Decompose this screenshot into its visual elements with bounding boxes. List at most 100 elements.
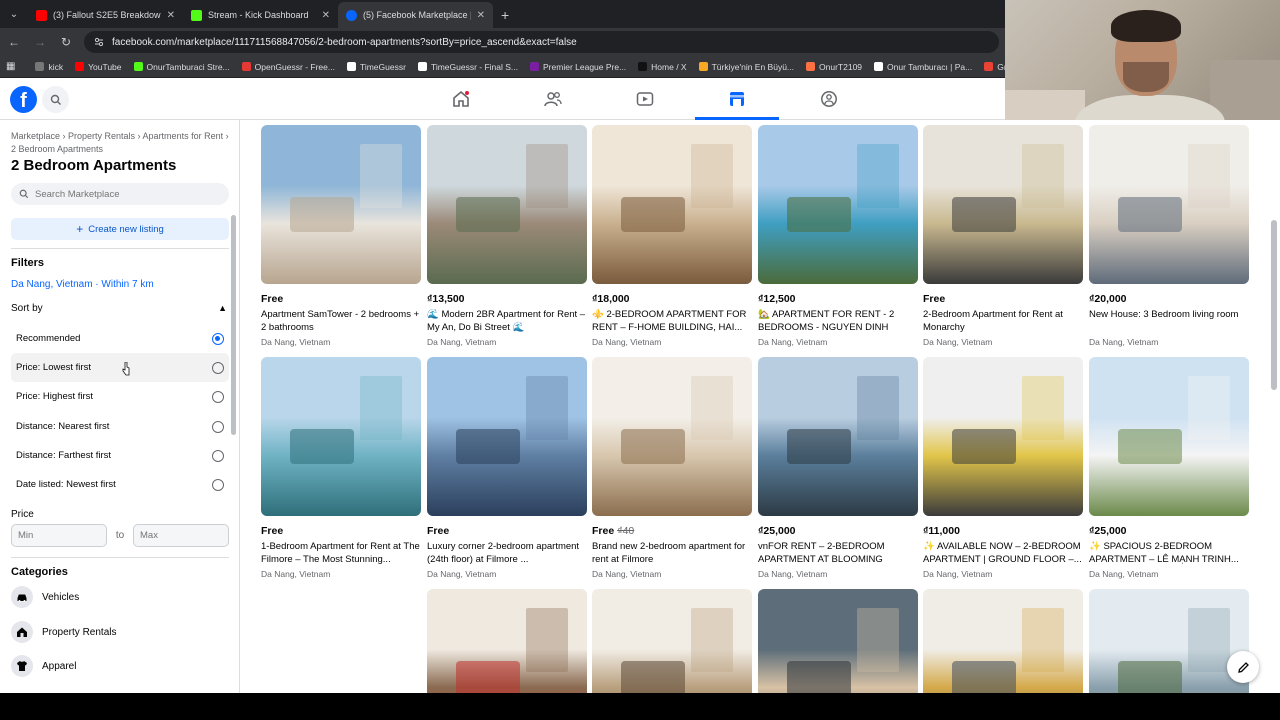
facebook-logo-icon[interactable]: f (10, 86, 37, 113)
listing-photo[interactable] (427, 589, 587, 693)
sort-option[interactable]: Recommended (11, 324, 229, 353)
apps-grid-icon[interactable]: ▦ (6, 61, 15, 72)
close-icon[interactable]: ✕ (322, 10, 330, 21)
create-listing-button[interactable]: + Create new listing (11, 218, 229, 240)
listing-card[interactable]: Free 1-Bedroom Apartment for Rent at The … (261, 357, 421, 579)
marketplace-sidebar: Marketplace › Property Rentals › Apartme… (0, 120, 240, 693)
bookmark-item[interactable]: Gmail (984, 62, 1005, 72)
sort-option[interactable]: Distance: Farthest first (11, 441, 229, 470)
price-min-input[interactable] (11, 524, 107, 547)
category-vehicles[interactable]: Vehicles (11, 584, 229, 610)
listing-photo[interactable] (923, 589, 1083, 693)
sort-option[interactable]: Date listed: Newest first (11, 470, 229, 499)
listing-card[interactable] (1089, 589, 1249, 693)
feed-scrollbar[interactable] (1271, 220, 1277, 390)
listing-photo[interactable] (261, 125, 421, 284)
listing-photo[interactable] (923, 357, 1083, 516)
listing-photo[interactable] (758, 357, 918, 516)
listing-card[interactable]: ₫18,000 ⚜️ 2-BEDROOM APARTMENT FOR RENT –… (592, 125, 752, 347)
listing-card[interactable]: Free Apartment SamTower - 2 bedrooms + 2 … (261, 125, 421, 347)
listing-card[interactable]: ₫12,500 🏡 APARTMENT FOR RENT - 2 BEDROOMS… (758, 125, 918, 347)
listing-card[interactable]: ₫20,000 New House: 3 Bedroom living room D… (1089, 125, 1249, 347)
radio-button[interactable] (212, 420, 224, 433)
nav-marketplace[interactable] (691, 78, 783, 120)
search-marketplace-input[interactable] (35, 188, 215, 200)
listing-title: New House: 3 Bedroom living room (1089, 309, 1239, 320)
bookmark-item[interactable]: OnurT2109 (806, 62, 862, 72)
site-info-icon[interactable] (94, 37, 104, 47)
price-max-input[interactable] (133, 524, 229, 547)
nav-groups[interactable] (783, 78, 875, 120)
bookmark-item[interactable]: Home / X (638, 62, 687, 72)
browser-tab[interactable]: (3) Fallout S2E5 Breakdown of ✕ (28, 2, 183, 28)
location-filter-link[interactable]: Da Nang, Vietnam · Within 7 km (11, 279, 154, 290)
bookmark-item[interactable]: Onur Tamburacı | Pa... (874, 62, 972, 72)
back-arrow-icon[interactable]: ← (6, 35, 22, 49)
nav-friends[interactable] (507, 78, 599, 120)
bookmark-item[interactable]: Premier League Pre... (530, 62, 626, 72)
search-icon[interactable] (42, 86, 69, 113)
bookmark-item[interactable]: TimeGuessr (346, 62, 406, 72)
listing-photo[interactable] (923, 125, 1083, 284)
sort-option[interactable]: Distance: Nearest first (11, 412, 229, 441)
radio-button[interactable] (212, 332, 224, 345)
radio-button[interactable] (212, 361, 224, 374)
price-value: Free (923, 293, 946, 305)
radio-button[interactable] (212, 449, 224, 462)
listing-card[interactable]: ₫25,000 vnFOR RENT – 2-BEDROOM APARTMENT … (758, 357, 918, 579)
page-title: 2 Bedroom Apartments (11, 157, 177, 174)
price-heading: Price (11, 509, 34, 520)
sort-option[interactable]: Price: Lowest first (11, 353, 229, 382)
bookmark-item[interactable]: YouTube (75, 62, 122, 72)
radio-button[interactable] (212, 390, 224, 403)
sort-by-toggle[interactable]: Sort by ▲ (11, 303, 227, 314)
sort-option[interactable]: Price: Highest first (11, 382, 229, 411)
listing-location: Da Nang, Vietnam (592, 569, 662, 579)
listing-card[interactable]: ₫25,000 ✨ SPACIOUS 2-BEDROOM APARTMENT – … (1089, 357, 1249, 579)
reload-icon[interactable]: ↻ (58, 35, 74, 49)
bookmark-item[interactable]: TimeGuessr - Final S... (417, 62, 518, 72)
bookmark-item[interactable]: OpenGuessr - Free... (241, 62, 335, 72)
sort-option-label: Distance: Nearest first (16, 421, 110, 432)
listing-card[interactable]: Free 2-Bedroom Apartment for Rent at Mona… (923, 125, 1083, 347)
tab-search-button[interactable]: ⌄ (0, 0, 28, 28)
close-icon[interactable]: ✕ (477, 10, 485, 21)
close-icon[interactable]: ✕ (167, 10, 175, 21)
browser-tab-active[interactable]: (5) Facebook Marketplace | Fac ✕ (338, 2, 493, 28)
listing-photo[interactable] (1089, 357, 1249, 516)
listing-card[interactable] (758, 589, 918, 693)
category-apparel[interactable]: Apparel (11, 653, 229, 679)
listing-card[interactable]: ₫11,000 ✨ AVAILABLE NOW – 2-BEDROOM APART… (923, 357, 1083, 579)
new-tab-button[interactable]: + (493, 2, 517, 28)
sidebar-scrollbar[interactable] (231, 215, 236, 435)
browser-tab[interactable]: Stream - Kick Dashboard ✕ (183, 2, 338, 28)
breadcrumb[interactable]: Marketplace › Property Rentals › Apartme… (11, 130, 231, 156)
bookmark-item[interactable]: Türkiye'nin En Büyü... (698, 62, 794, 72)
listing-photo[interactable] (758, 125, 918, 284)
listing-card[interactable] (923, 589, 1083, 693)
forward-arrow-icon[interactable]: → (32, 35, 48, 49)
search-marketplace-field[interactable] (11, 183, 229, 205)
listing-photo[interactable] (1089, 589, 1249, 693)
bookmark-item[interactable]: kick (35, 62, 63, 72)
listing-photo[interactable] (592, 589, 752, 693)
listing-card[interactable]: Free Luxury corner 2-bedroom apartment (2… (427, 357, 587, 579)
listing-card[interactable] (427, 589, 587, 693)
compose-message-button[interactable] (1227, 651, 1259, 683)
listing-photo[interactable] (592, 125, 752, 284)
listing-photo[interactable] (592, 357, 752, 516)
listing-card[interactable]: ₫13,500 🌊 Modern 2BR Apartment for Rent –… (427, 125, 587, 347)
nav-video[interactable] (599, 78, 691, 120)
listing-photo[interactable] (758, 589, 918, 693)
url-bar[interactable]: facebook.com/marketplace/111711568847056… (84, 31, 999, 53)
bookmark-item[interactable]: OnurTamburaci Stre... (133, 62, 230, 72)
nav-home[interactable] (415, 78, 507, 120)
listing-photo[interactable] (427, 357, 587, 516)
listing-card[interactable] (592, 589, 752, 693)
category-property-rentals[interactable]: Property Rentals (11, 619, 229, 645)
listing-photo[interactable] (427, 125, 587, 284)
listing-photo[interactable] (261, 357, 421, 516)
listing-photo[interactable] (1089, 125, 1249, 284)
radio-button[interactable] (212, 478, 224, 491)
listing-card[interactable]: Free ₫40 Brand new 2-bedroom apartment for… (592, 357, 752, 579)
